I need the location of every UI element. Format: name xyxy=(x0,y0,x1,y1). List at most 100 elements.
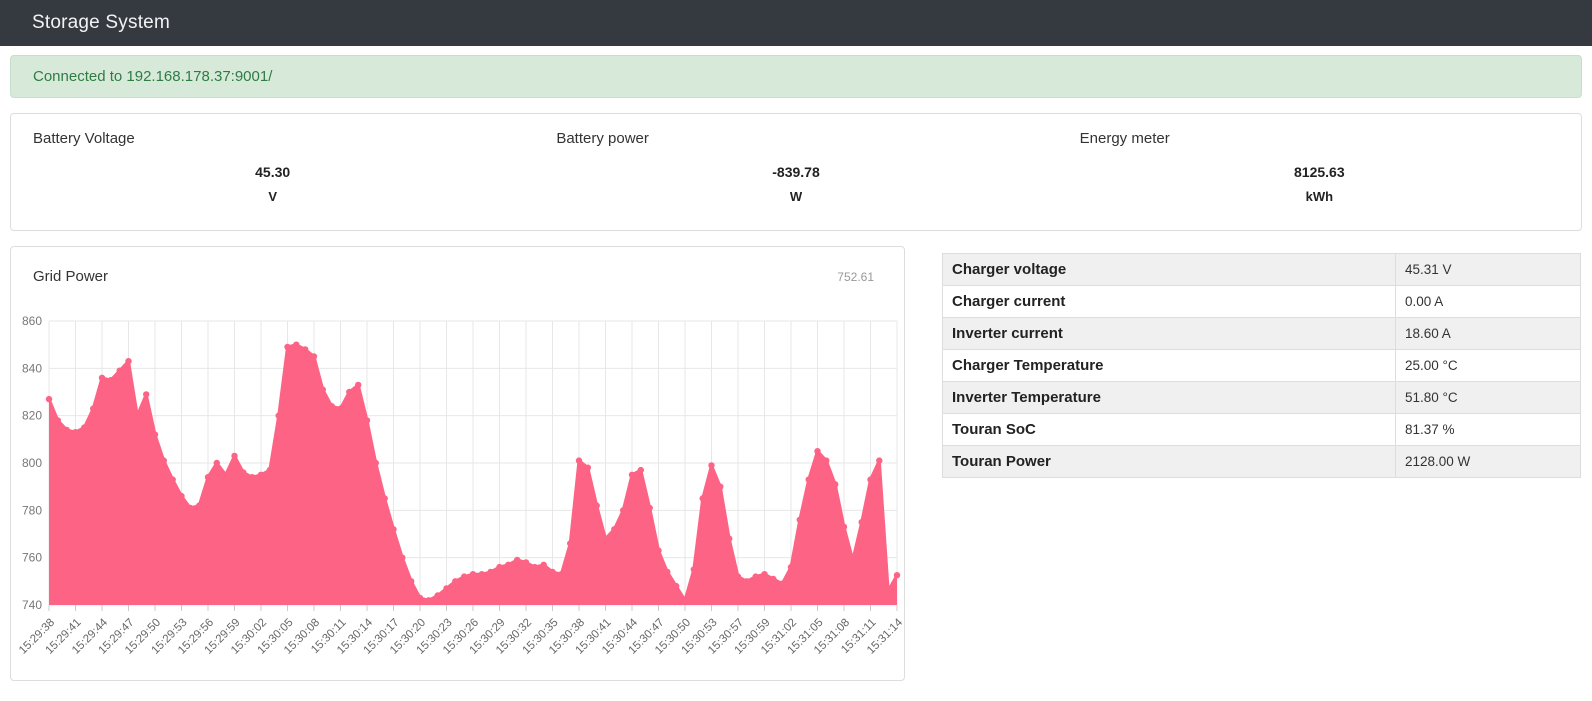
data-point xyxy=(125,358,131,364)
data-point xyxy=(231,453,237,459)
y-axis-tick-label: 860 xyxy=(22,314,42,328)
table-row-label: Charger voltage xyxy=(943,254,1396,286)
table-row: Inverter Temperature51.80 °C xyxy=(943,382,1581,414)
table-row-label: Touran Power xyxy=(943,446,1396,478)
data-point xyxy=(196,502,202,508)
data-point xyxy=(214,460,220,466)
data-point xyxy=(567,540,573,546)
data-point xyxy=(620,507,626,513)
chart-title: Grid Power xyxy=(33,268,108,285)
data-point xyxy=(276,413,282,419)
data-point xyxy=(814,448,820,454)
data-point xyxy=(364,417,370,423)
data-point xyxy=(346,389,352,395)
metric-label: Battery Voltage xyxy=(11,130,534,147)
table-row-value: 81.37 % xyxy=(1395,414,1580,446)
table-row-label: Touran SoC xyxy=(943,414,1396,446)
table-row-value: 18.60 A xyxy=(1395,318,1580,350)
data-point xyxy=(664,569,670,575)
data-point xyxy=(258,472,264,478)
data-point xyxy=(735,573,741,579)
data-point xyxy=(373,460,379,466)
table-row-label: Inverter current xyxy=(943,318,1396,350)
data-point xyxy=(390,526,396,532)
metric-label: Battery power xyxy=(534,130,1057,147)
data-point xyxy=(452,578,458,584)
data-point xyxy=(479,571,485,577)
data-point xyxy=(205,474,211,480)
data-point xyxy=(602,536,608,542)
data-point xyxy=(320,386,326,392)
data-point xyxy=(55,417,61,423)
metric-battery-voltage: Battery Voltage 45.30 V xyxy=(11,130,534,204)
data-point xyxy=(170,476,176,482)
data-point xyxy=(594,502,600,508)
data-point xyxy=(629,472,635,478)
chart-current-value: 752.61 xyxy=(837,268,874,284)
data-point xyxy=(514,557,520,563)
data-point xyxy=(426,597,432,603)
data-point xyxy=(505,562,511,568)
data-point xyxy=(117,368,123,374)
data-point xyxy=(240,469,246,475)
data-point xyxy=(72,429,78,435)
data-point xyxy=(488,569,494,575)
data-point xyxy=(399,555,405,561)
data-point xyxy=(293,342,299,348)
data-point xyxy=(797,517,803,523)
metric-value: -839.78 xyxy=(534,164,1057,180)
metric-value: 45.30 xyxy=(11,164,534,180)
metrics-panel: Battery Voltage 45.30 V Battery power -8… xyxy=(10,113,1582,231)
y-axis-tick-label: 760 xyxy=(22,551,42,565)
y-axis-tick-label: 840 xyxy=(22,361,42,375)
data-point xyxy=(761,571,767,577)
data-point xyxy=(585,465,591,471)
data-point xyxy=(443,585,449,591)
data-point xyxy=(81,424,87,430)
data-point xyxy=(576,457,582,463)
data-point xyxy=(355,382,361,388)
data-point xyxy=(682,597,688,603)
data-point xyxy=(329,403,335,409)
data-point xyxy=(806,476,812,482)
data-point xyxy=(408,578,414,584)
metric-unit: V xyxy=(11,189,534,204)
data-point xyxy=(708,462,714,468)
data-point xyxy=(382,495,388,501)
data-point xyxy=(470,571,476,577)
data-point xyxy=(647,505,653,511)
table-row: Touran SoC81.37 % xyxy=(943,414,1581,446)
table-row-value: 0.00 A xyxy=(1395,286,1580,318)
data-point xyxy=(284,344,290,350)
data-point xyxy=(417,595,423,601)
data-point xyxy=(64,427,70,433)
data-point xyxy=(876,457,882,463)
data-point xyxy=(187,505,193,511)
data-point xyxy=(779,581,785,587)
data-point xyxy=(867,476,873,482)
grid-power-chart: 86084082080078076074015:29:3815:29:4115:… xyxy=(11,311,904,673)
metric-unit: kWh xyxy=(1058,189,1581,204)
y-axis-tick-label: 740 xyxy=(22,598,42,612)
data-point xyxy=(885,588,891,594)
data-point xyxy=(611,526,617,532)
data-point xyxy=(134,413,140,419)
data-point xyxy=(267,467,273,473)
data-point xyxy=(638,467,644,473)
data-point xyxy=(770,576,776,582)
metric-energy-meter: Energy meter 8125.63 kWh xyxy=(1058,130,1581,204)
data-point xyxy=(832,481,838,487)
data-point xyxy=(744,578,750,584)
data-point xyxy=(655,547,661,553)
data-point xyxy=(99,375,105,381)
metric-label: Energy meter xyxy=(1058,130,1581,147)
metric-battery-power: Battery power -839.78 W xyxy=(534,130,1057,204)
data-point xyxy=(673,583,679,589)
data-point xyxy=(496,564,502,570)
data-point xyxy=(178,493,184,499)
table-row-label: Inverter Temperature xyxy=(943,382,1396,414)
data-point xyxy=(90,405,96,411)
data-point xyxy=(435,592,441,598)
grid-power-card: Grid Power 752.61 8608408208007807607401… xyxy=(10,246,905,681)
data-point xyxy=(859,519,865,525)
